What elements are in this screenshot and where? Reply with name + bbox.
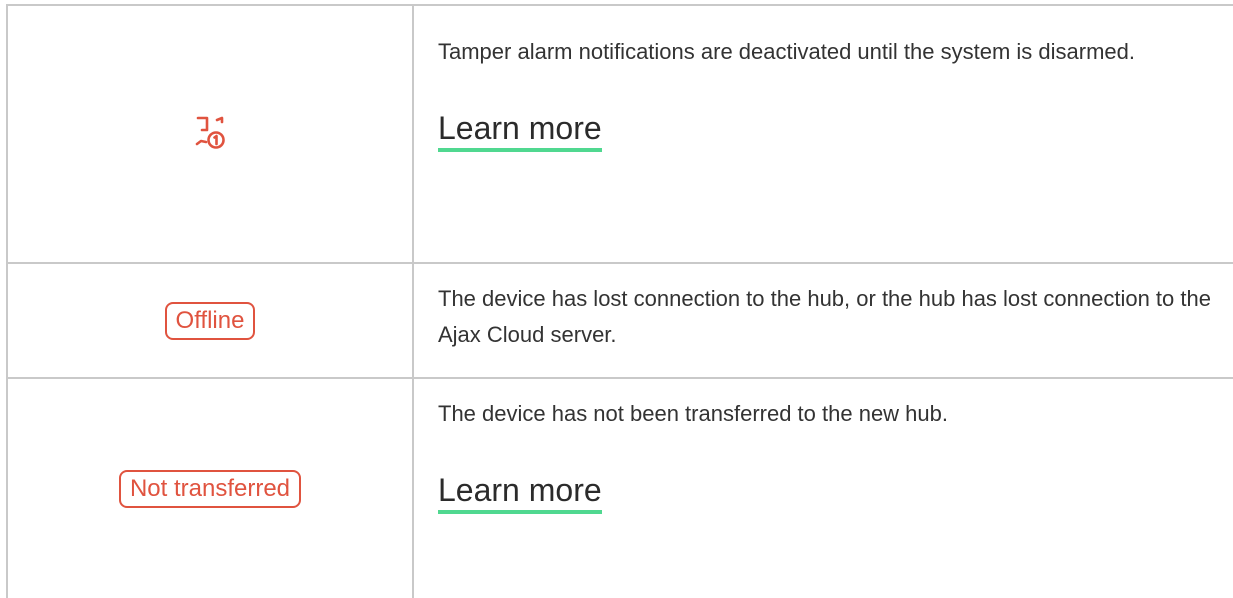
- offline-status-badge: Offline: [164, 301, 256, 340]
- description-cell: Tamper alarm notifications are deactivat…: [438, 6, 1218, 262]
- learn-more-link[interactable]: Learn more: [438, 108, 602, 152]
- status-cell: Offline: [8, 264, 412, 377]
- not-transferred-status-badge: Not transferred: [118, 469, 302, 508]
- table-row: Not transferred The device has not been …: [8, 379, 1233, 598]
- status-cell: [8, 6, 412, 262]
- status-table: Tamper alarm notifications are deactivat…: [0, 0, 1233, 598]
- table-row: Offline The device has lost connection t…: [8, 264, 1233, 377]
- description-text: The device has lost connection to the hu…: [438, 286, 1211, 347]
- status-cell: Not transferred: [8, 379, 412, 598]
- description-cell: The device has lost connection to the hu…: [438, 264, 1218, 377]
- description-text: Tamper alarm notifications are deactivat…: [438, 39, 1135, 64]
- learn-more-link[interactable]: Learn more: [438, 470, 602, 514]
- description-cell: The device has not been transferred to t…: [438, 379, 1218, 598]
- table-row: Tamper alarm notifications are deactivat…: [8, 6, 1233, 262]
- tamper-alarm-muted-icon: [195, 116, 225, 149]
- description-text: The device has not been transferred to t…: [438, 401, 948, 426]
